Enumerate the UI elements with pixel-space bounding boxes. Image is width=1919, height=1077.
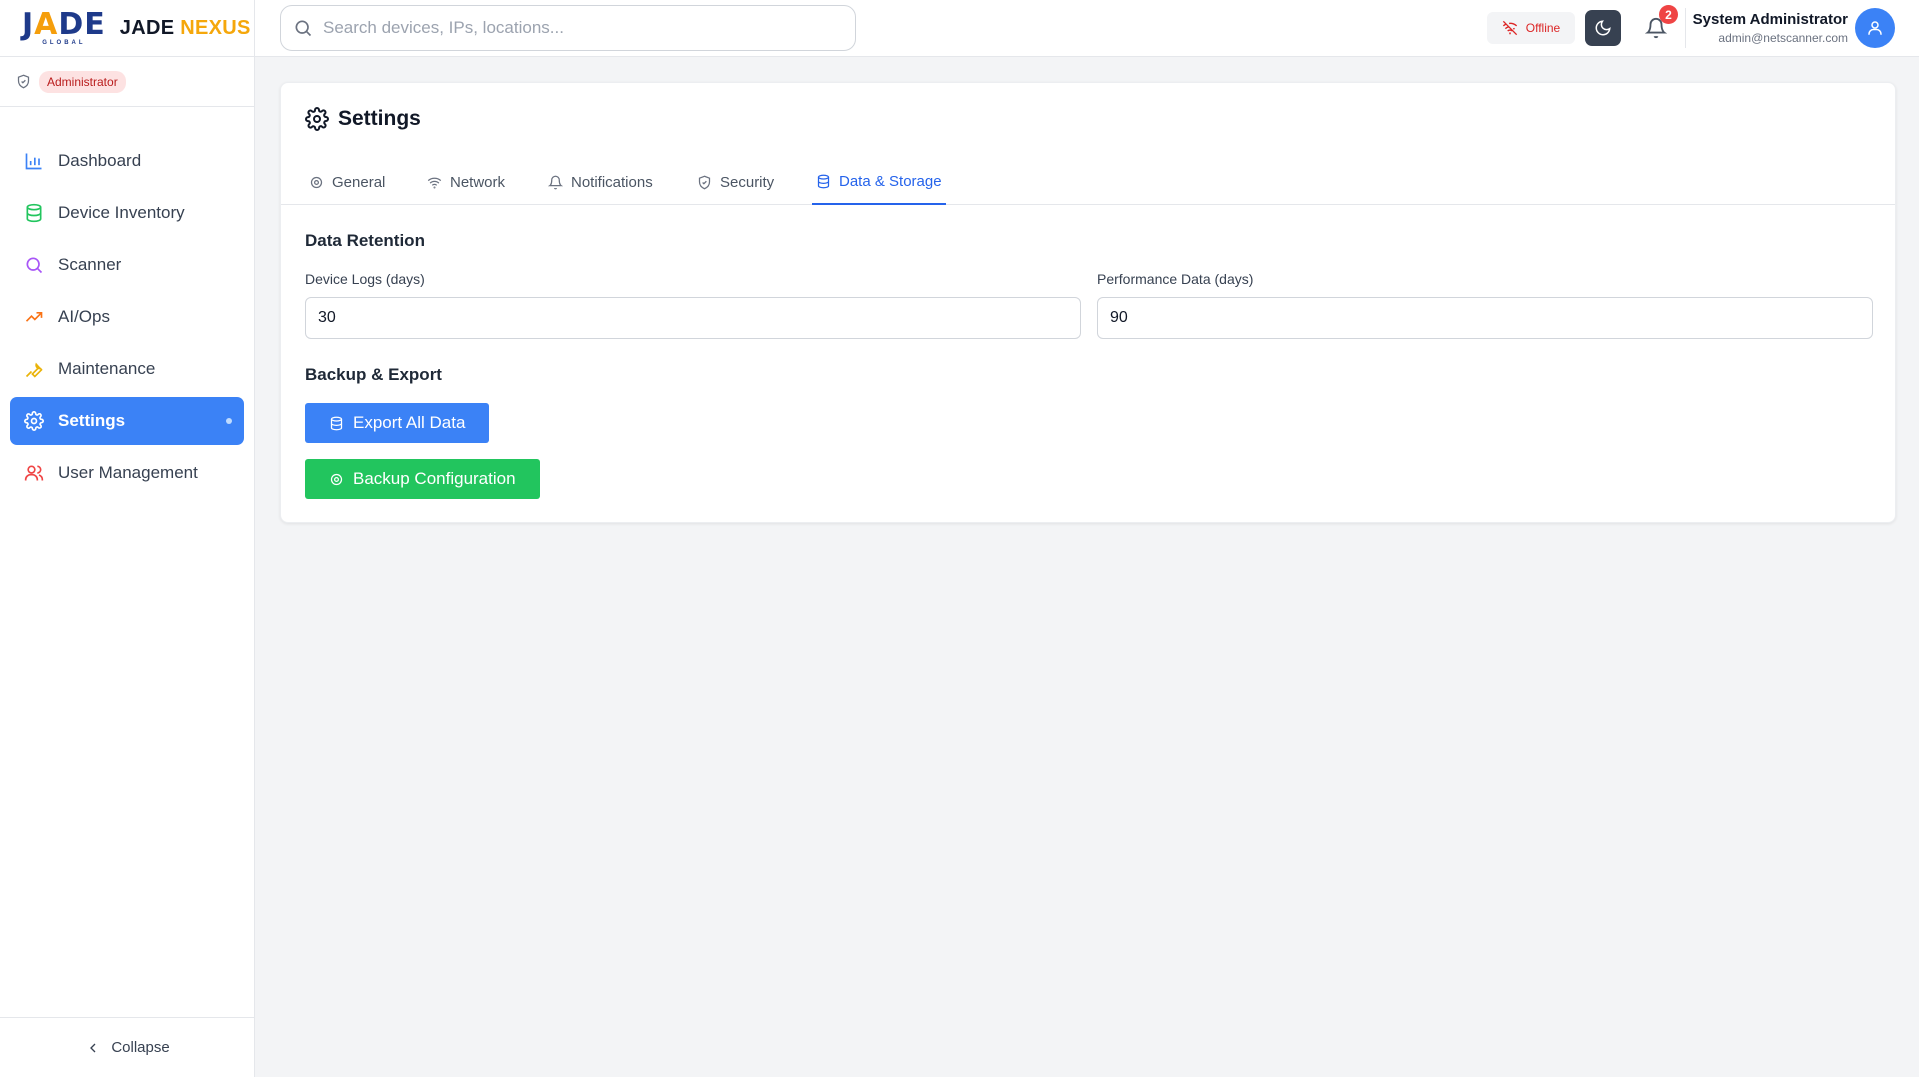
shield-icon [17, 74, 30, 89]
role-row: Administrator [0, 57, 254, 107]
tab-notifications[interactable]: Notifications [544, 159, 657, 205]
sidebar-nav: Dashboard Device Inventory Scanner AI/Op… [0, 107, 254, 497]
user-icon [1868, 21, 1882, 35]
tab-general[interactable]: General [305, 159, 389, 205]
sidebar-item-maintenance[interactable]: Maintenance [10, 345, 244, 393]
settings-tabs: General Network Notifications Security D… [281, 159, 1895, 205]
database-icon [330, 416, 343, 430]
user-name: System Administrator [1692, 11, 1848, 28]
collapse-button[interactable]: Collapse [0, 1017, 255, 1077]
shield-icon [698, 175, 711, 189]
section-title-data-retention: Data Retention [305, 231, 425, 250]
sidebar-item-label: Device Inventory [58, 203, 185, 222]
search-icon [26, 257, 43, 274]
sidebar-item-dashboard[interactable]: Dashboard [10, 137, 244, 185]
wifi-icon [427, 177, 442, 188]
search-box[interactable] [280, 5, 856, 51]
avatar[interactable] [1855, 8, 1895, 48]
moon-icon [1595, 20, 1611, 36]
database-icon [817, 174, 830, 188]
tab-security[interactable]: Security [693, 159, 778, 205]
sidebar-item-scanner[interactable]: Scanner [10, 241, 244, 289]
divider [1685, 8, 1686, 48]
jade-global-logo: JADE GLOBAL [22, 6, 106, 46]
chevron-left-icon [90, 1043, 96, 1052]
performance-data-input[interactable] [1097, 297, 1873, 339]
status-label: Offline [1525, 21, 1561, 35]
sidebar-item-label: Scanner [58, 255, 122, 274]
gear-icon [310, 176, 323, 188]
page-title-text: Settings [338, 107, 421, 130]
page-title: Settings [305, 107, 421, 131]
bar-chart-icon [25, 153, 42, 170]
brand-name: JADE NEXUS [119, 16, 251, 39]
users-icon [24, 465, 44, 481]
sidebar-item-settings[interactable]: Settings [10, 397, 244, 445]
sidebar-item-label: AI/Ops [58, 307, 110, 326]
sidebar-item-label: Maintenance [58, 359, 156, 378]
bell-icon [548, 175, 563, 189]
collapse-label: Collapse [111, 1039, 170, 1056]
gear-icon [24, 411, 44, 431]
dark-mode-toggle[interactable] [1585, 10, 1621, 46]
trending-up-icon [25, 312, 43, 322]
gear-icon [305, 107, 329, 131]
sidebar-item-aiops[interactable]: AI/Ops [10, 293, 244, 341]
database-icon [26, 203, 42, 223]
export-all-data-button[interactable]: Export All Data [305, 403, 490, 443]
sidebar-item-label: User Management [58, 463, 198, 482]
sidebar: JADE GLOBAL JADE NEXUS Administrator Das… [0, 0, 255, 1077]
backup-configuration-button[interactable]: Backup Configuration [305, 459, 540, 499]
wrench-icon [25, 362, 43, 378]
notifications-button[interactable]: 2 [1640, 5, 1678, 44]
gear-icon [330, 473, 343, 485]
wifi-off-icon [1502, 20, 1517, 36]
connection-status[interactable]: Offline [1487, 12, 1575, 44]
sidebar-item-label: Settings [58, 411, 126, 430]
sidebar-item-user-management[interactable]: User Management [10, 449, 244, 497]
tab-data-storage[interactable]: Data & Storage [812, 159, 946, 205]
search-input[interactable] [323, 18, 823, 38]
settings-card: Settings General Network Notifications S… [280, 82, 1896, 523]
device-logs-label: Device Logs (days) [305, 271, 425, 287]
active-indicator-dot [226, 418, 232, 424]
notification-count-badge: 2 [1659, 5, 1678, 24]
device-logs-input[interactable] [305, 297, 1081, 339]
tab-network[interactable]: Network [423, 159, 509, 205]
sidebar-item-label: Dashboard [58, 151, 142, 170]
role-badge: Administrator [39, 70, 126, 93]
sidebar-item-device-inventory[interactable]: Device Inventory [10, 189, 244, 237]
section-title-backup-export: Backup & Export [305, 365, 442, 384]
performance-data-label: Performance Data (days) [1097, 271, 1254, 287]
user-email: admin@netscanner.com [1718, 31, 1848, 45]
search-icon [295, 20, 312, 37]
topbar: Offline 2 System Administrator admin@net… [255, 0, 1919, 57]
brand[interactable]: JADE GLOBAL JADE NEXUS [0, 0, 254, 57]
